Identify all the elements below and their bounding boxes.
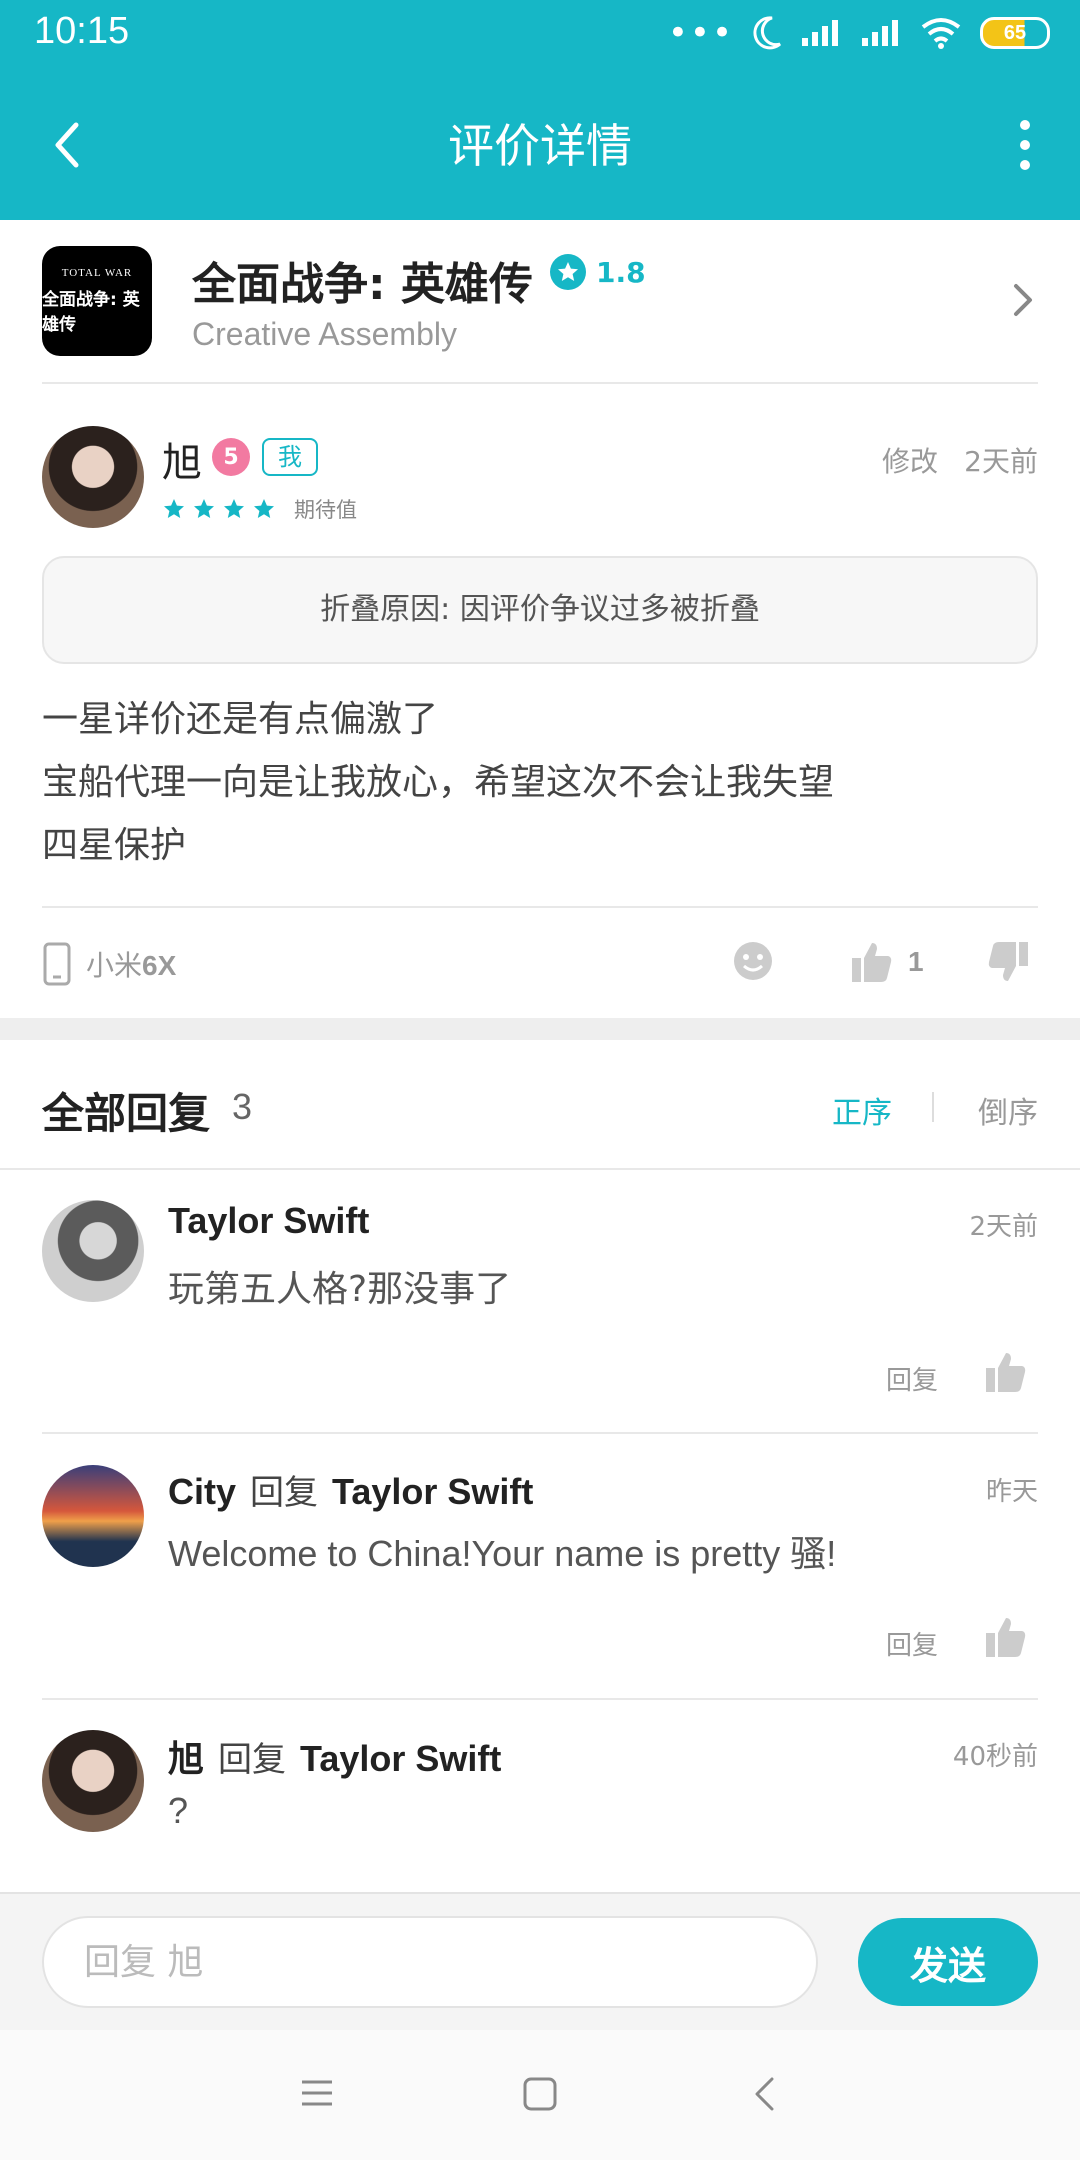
fold-reason-box: 折叠原因: 因评价争议过多被折叠 xyxy=(42,556,1038,664)
section-separator xyxy=(0,1018,1080,1040)
more-notifications-icon: ••• xyxy=(667,13,734,53)
reply-text: 玩第五人格?那没事了 xyxy=(168,1269,512,1310)
reply-text: Welcome to China!Your name is pretty 骚! xyxy=(168,1533,837,1574)
reply-author: City 回复 Taylor Swift xyxy=(168,1465,533,1514)
signal-icon xyxy=(802,20,838,46)
reply-item: 旭回复 Taylor Swift 40秒前 ? xyxy=(0,1700,1080,1892)
thumbs-up-icon[interactable] xyxy=(984,1350,1028,1394)
thumbs-down-icon[interactable] xyxy=(986,940,1030,984)
more-vertical-icon[interactable] xyxy=(1010,115,1040,175)
replies-count: 3 xyxy=(232,1086,253,1127)
sort-divider xyxy=(932,1092,934,1122)
rating-value: 1.8 xyxy=(596,255,646,289)
review-stars: 期待值 xyxy=(162,494,357,524)
replies-title: 全部回复 xyxy=(42,1089,211,1138)
rating-star-icon xyxy=(550,254,586,290)
thumbs-up-icon[interactable] xyxy=(984,1615,1028,1659)
menu-icon[interactable] xyxy=(300,2076,334,2110)
review-time: 2天前 xyxy=(964,445,1038,478)
review-line: 四星保护 xyxy=(42,825,187,866)
review-footer: 小米6X 1 xyxy=(0,908,1080,1018)
thumbs-up-icon[interactable] xyxy=(850,940,894,984)
me-tag: 我 xyxy=(262,438,318,476)
app-info-card[interactable]: TOTAL WAR 全面战争: 英雄传 全面战争: 英雄传 1.8 Creati… xyxy=(0,220,1080,380)
page-title: 评价详情 xyxy=(448,119,632,173)
reply-to-label: 回复 xyxy=(250,1473,319,1513)
battery-icon: 65 xyxy=(980,17,1050,49)
status-time: 10:15 xyxy=(34,10,130,52)
replies-header: 全部回复 3 正序 倒序 xyxy=(0,1040,1080,1170)
reply-text: ? xyxy=(168,1790,189,1831)
send-button[interactable]: 发送 xyxy=(858,1918,1038,2006)
level-badge: 5 xyxy=(212,438,250,476)
app-logo: TOTAL WAR 全面战争: 英雄传 xyxy=(42,246,152,356)
top-bar: 10:15 ••• 65 评价详情 xyxy=(0,0,1080,220)
signal-icon-2 xyxy=(862,20,898,46)
edit-button[interactable]: 修改 xyxy=(882,440,938,480)
star-label: 期待值 xyxy=(294,498,357,522)
reply-target-username[interactable]: Taylor Swift xyxy=(332,1471,533,1512)
logo-text-main: 全面战争: 英雄传 xyxy=(42,290,140,335)
reply-author: Taylor Swift xyxy=(168,1200,369,1242)
device-info: 小米6X xyxy=(42,942,176,986)
divider xyxy=(42,382,1038,384)
reply-username[interactable]: Taylor Swift xyxy=(168,1200,369,1241)
avatar[interactable] xyxy=(42,1200,144,1302)
reply-time: 昨天 xyxy=(985,1477,1038,1507)
header: 评价详情 xyxy=(0,70,1080,220)
star-icon xyxy=(164,499,184,518)
avatar[interactable] xyxy=(42,1465,144,1567)
moon-icon xyxy=(753,16,782,50)
review-username[interactable]: 旭 xyxy=(162,430,202,488)
reply-username[interactable]: City xyxy=(168,1471,236,1512)
reply-author: 旭回复 Taylor Swift xyxy=(168,1730,501,1782)
logo-text-top: TOTAL WAR xyxy=(61,267,133,279)
reply-time: 2天前 xyxy=(969,1212,1038,1242)
app-name: 全面战争: 英雄传 xyxy=(192,259,533,310)
reply-input[interactable] xyxy=(42,1916,818,2008)
star-icon xyxy=(224,499,244,518)
reply-button[interactable]: 回复 xyxy=(886,1360,938,1397)
like-count: 1 xyxy=(908,946,924,977)
phone-icon xyxy=(43,942,71,986)
emoji-icon[interactable] xyxy=(732,940,774,982)
review-text: 一星详价还是有点偏激了 宝船代理一向是让我放心，希望这次不会让我失望 四星保护 xyxy=(42,688,1038,877)
device-brand: 小米 xyxy=(86,949,143,982)
reply-username[interactable]: 旭 xyxy=(168,1739,204,1780)
sort-ascending-tab[interactable]: 正序 xyxy=(832,1088,892,1132)
review-line: 宝船代理一向是让我放心，希望这次不会让我失望 xyxy=(42,762,835,803)
reply-to-label: 回复 xyxy=(218,1740,287,1780)
chevron-right-icon[interactable] xyxy=(1008,280,1038,320)
reply-time: 40秒前 xyxy=(952,1742,1038,1772)
review-line: 一星详价还是有点偏激了 xyxy=(42,699,439,740)
reply-item: City 回复 Taylor Swift 昨天 Welcome to China!Y… xyxy=(0,1435,1080,1700)
reply-button[interactable]: 回复 xyxy=(886,1625,938,1662)
home-square-icon[interactable] xyxy=(522,2076,558,2112)
back-nav-icon[interactable] xyxy=(752,2076,776,2112)
status-icons: ••• 65 xyxy=(668,16,1050,50)
avatar[interactable] xyxy=(42,1730,144,1832)
status-bar: 10:15 ••• 65 xyxy=(0,0,1080,70)
divider xyxy=(42,1432,1038,1434)
developer-name: Creative Assembly xyxy=(192,316,457,352)
reply-input-bar: 发送 xyxy=(0,1892,1080,2030)
reply-target-username[interactable]: Taylor Swift xyxy=(300,1738,501,1779)
wifi-icon xyxy=(921,18,961,49)
avatar[interactable] xyxy=(42,426,144,528)
app-rating: 1.8 xyxy=(550,254,646,290)
review-author: 旭 5 我 期待值 修改 2天前 xyxy=(0,420,1080,540)
sort-descending-tab[interactable]: 倒序 xyxy=(978,1088,1038,1132)
star-icon xyxy=(254,499,274,518)
star-icon xyxy=(194,499,214,518)
system-nav-bar xyxy=(0,2030,1080,2160)
reply-item: Taylor Swift 2天前 玩第五人格?那没事了 回复 xyxy=(0,1170,1080,1435)
device-model: 6X xyxy=(142,950,177,981)
